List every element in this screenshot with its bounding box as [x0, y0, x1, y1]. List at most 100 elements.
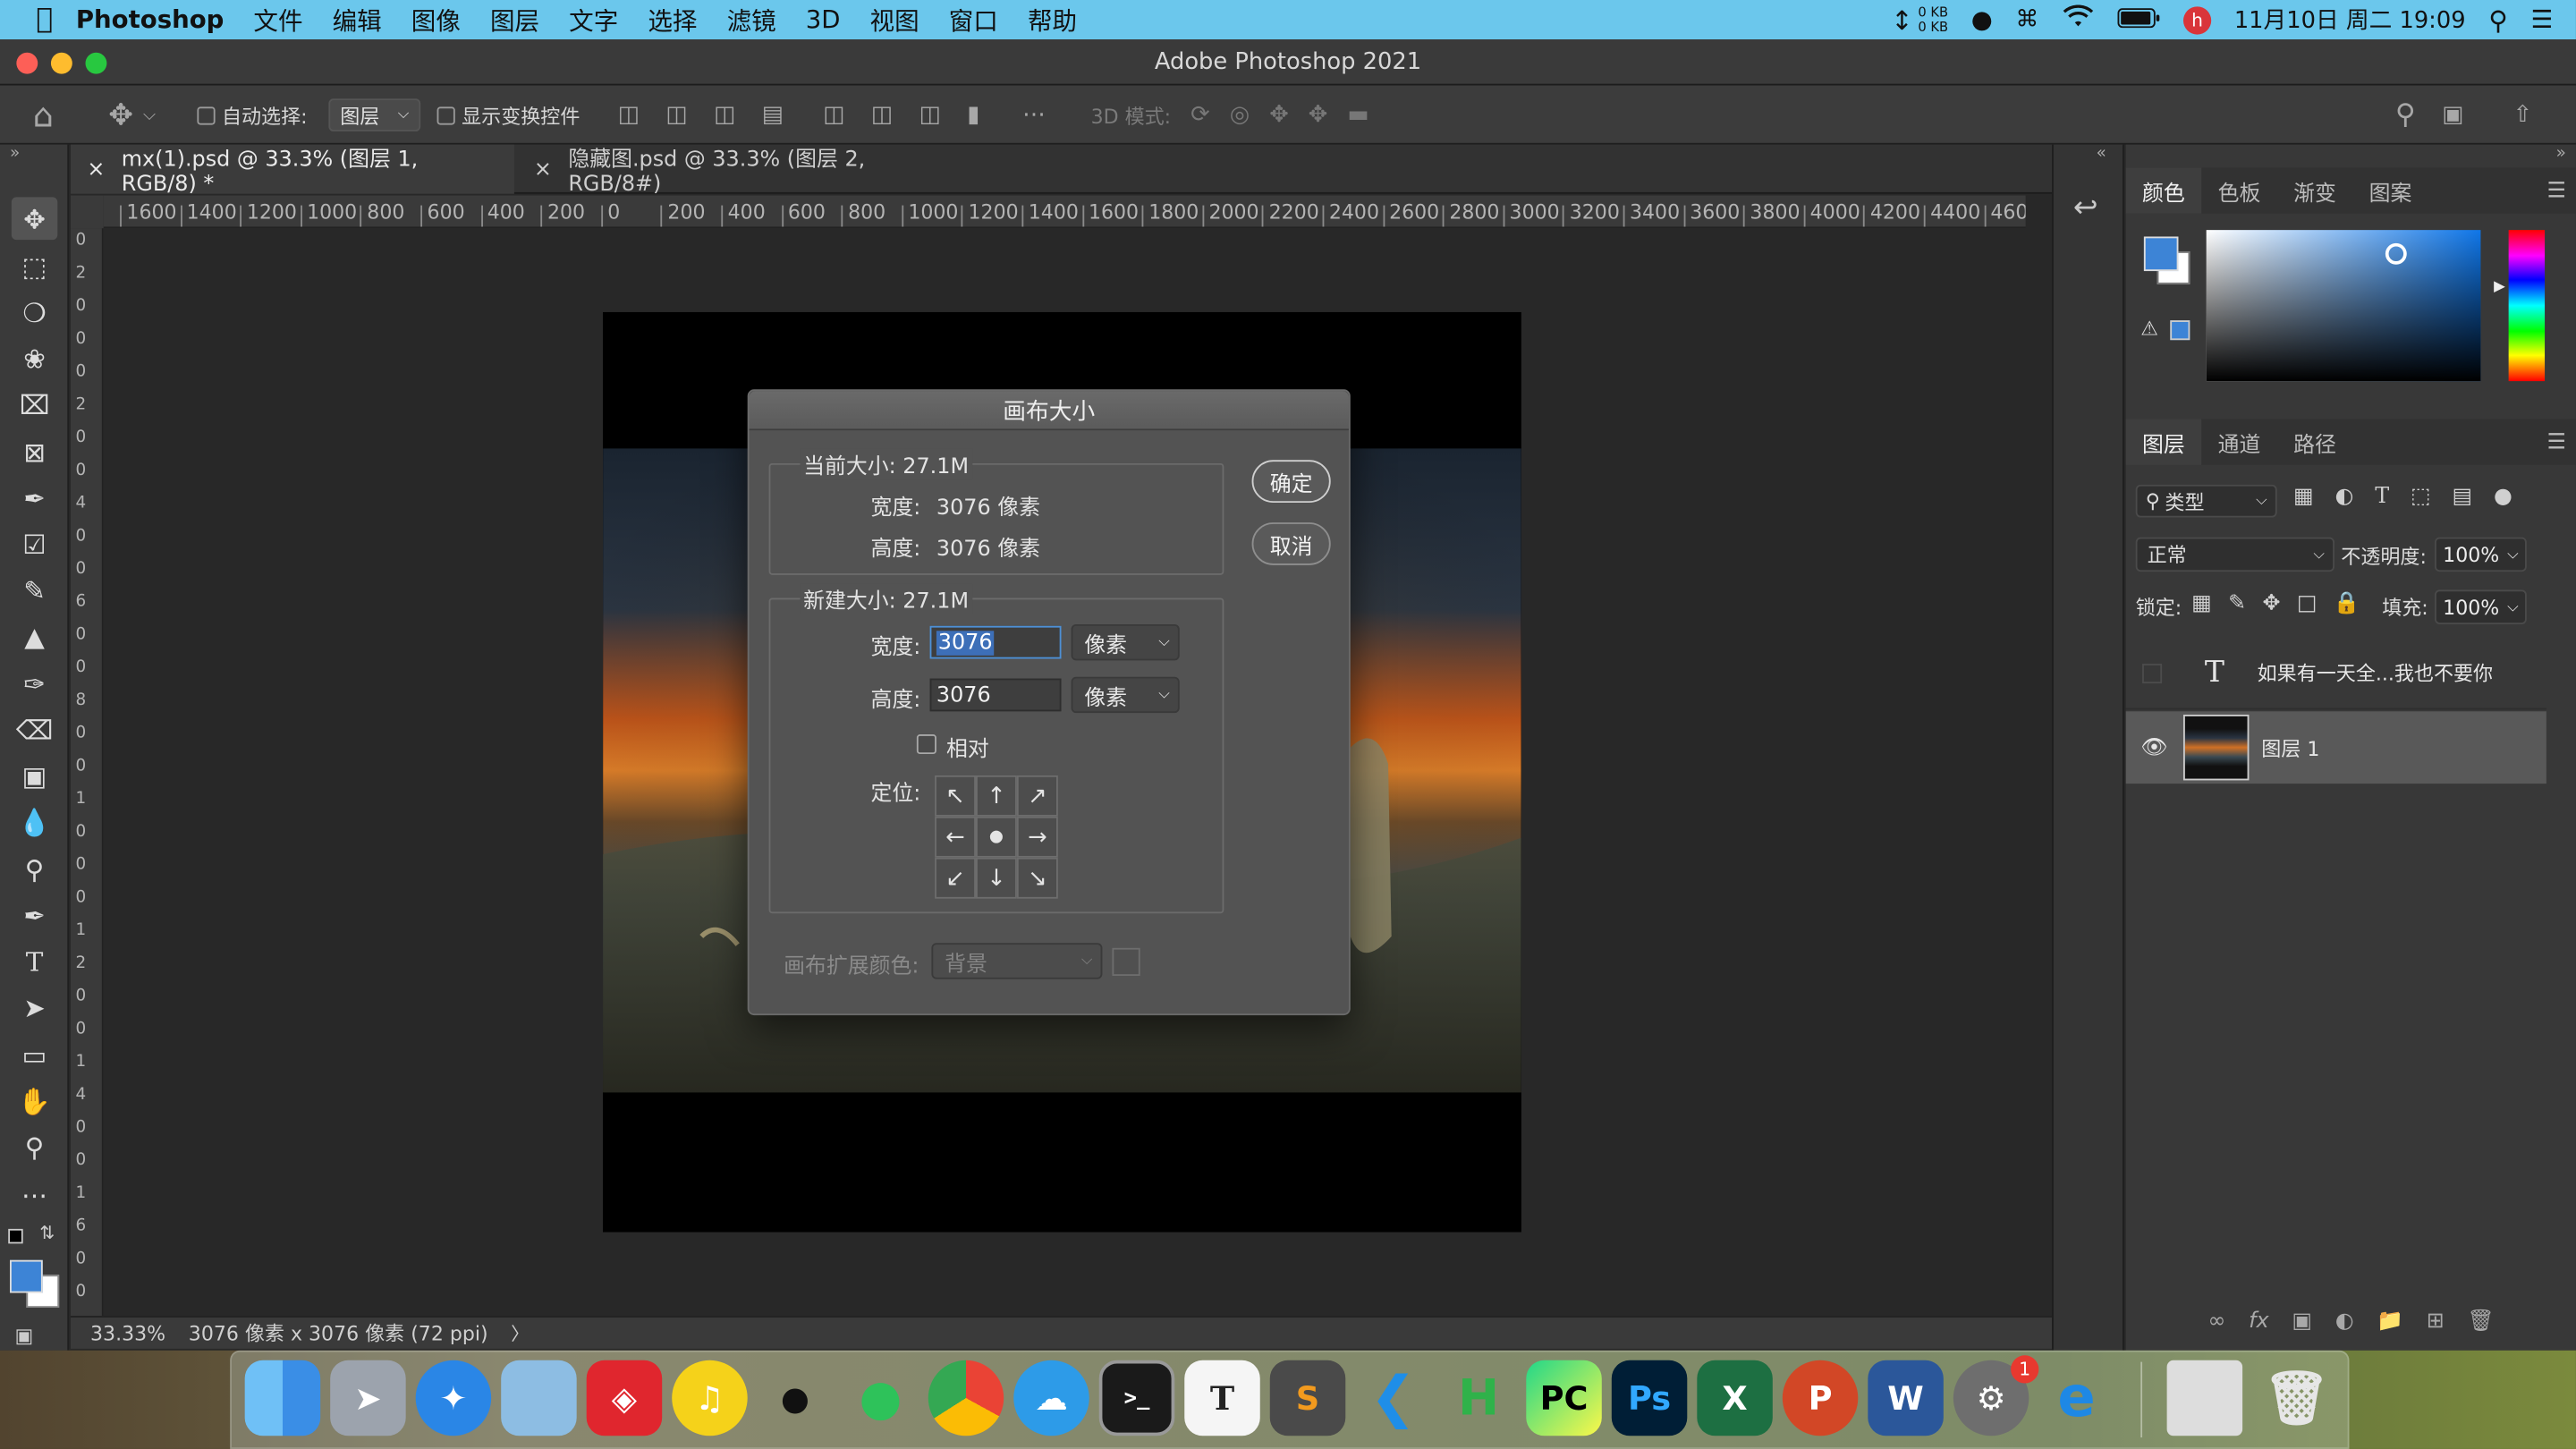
- pycharm-icon[interactable]: PC: [1526, 1360, 1602, 1436]
- lock-artboard-icon[interactable]: □: [2297, 591, 2318, 616]
- safari-icon[interactable]: ✦: [415, 1360, 492, 1436]
- menu-app-name[interactable]: Photoshop: [76, 5, 225, 35]
- anchor-top-right[interactable]: ↗: [1016, 775, 1058, 817]
- menu-3d[interactable]: 3D: [806, 5, 841, 35]
- eye-icon[interactable]: 👁: [2140, 735, 2167, 760]
- quick-select-tool-icon[interactable]: ❀: [12, 337, 57, 380]
- align-bottom-icon[interactable]: ◫: [919, 102, 940, 128]
- layer-visibility-toggle[interactable]: [2142, 663, 2163, 683]
- tab-patterns[interactable]: 图案: [2352, 167, 2428, 213]
- network-monitor[interactable]: ↕ 0 KB 0 KB: [1891, 4, 1948, 36]
- cloud-icon[interactable]: ☁: [1013, 1360, 1089, 1436]
- collapse-panels-icon[interactable]: «: [2097, 145, 2106, 163]
- menu-edit[interactable]: 编辑: [333, 3, 382, 38]
- show-transform-checkbox[interactable]: [436, 106, 455, 124]
- layer-filter-select[interactable]: ⚲ 类型 ⌵: [2135, 484, 2277, 518]
- 3d-pan-icon[interactable]: ✥: [1269, 102, 1289, 128]
- history-brush-tool-icon[interactable]: ✑: [12, 662, 57, 705]
- close-window-button[interactable]: [16, 52, 38, 74]
- relative-checkbox[interactable]: [916, 734, 936, 755]
- filter-toggle-icon[interactable]: ●: [2494, 485, 2512, 510]
- trash-icon[interactable]: 🗑: [2258, 1360, 2334, 1436]
- new-layer-icon[interactable]: ⊞: [2427, 1309, 2445, 1335]
- move-tool-icon[interactable]: ✥: [108, 97, 133, 132]
- move-tool-icon[interactable]: ✥: [11, 197, 58, 241]
- menu-view[interactable]: 视图: [870, 3, 919, 38]
- collapse-toolbar-icon[interactable]: »: [10, 145, 20, 163]
- filter-type-icon[interactable]: T: [2375, 485, 2389, 510]
- finder-icon[interactable]: [244, 1360, 321, 1436]
- frame-tool-icon[interactable]: ⊠: [12, 430, 57, 473]
- clock[interactable]: 11月10日 周二 19:09: [2234, 4, 2466, 37]
- color-field[interactable]: [2206, 230, 2481, 382]
- layer-row-text[interactable]: T 如果有一天全...我也不要你: [2125, 638, 2546, 710]
- auto-select-checkbox[interactable]: [197, 106, 216, 124]
- gradient-tool-icon[interactable]: ▣: [12, 754, 57, 797]
- anchor-bottom-right[interactable]: ↘: [1016, 857, 1058, 899]
- typora-icon[interactable]: T: [1184, 1360, 1260, 1436]
- marquee-tool-icon[interactable]: ⬚: [12, 245, 57, 288]
- width-unit-select[interactable]: 像素 ⌵: [1071, 623, 1180, 661]
- sublime-icon[interactable]: S: [1269, 1360, 1346, 1436]
- fx-icon[interactable]: fx: [2249, 1309, 2269, 1335]
- control-center-icon[interactable]: ☰: [2531, 5, 2554, 35]
- color-picker-handle[interactable]: [2385, 242, 2407, 265]
- tab-channels[interactable]: 通道: [2201, 419, 2277, 464]
- filter-shape-icon[interactable]: ⬚: [2411, 485, 2431, 510]
- distribute-icon[interactable]: ▤: [762, 102, 784, 128]
- qq-icon[interactable]: ●: [758, 1360, 833, 1436]
- rectangle-tool-icon[interactable]: ▭: [12, 1033, 57, 1076]
- eraser-tool-icon[interactable]: ⌫: [12, 708, 57, 751]
- workspace-icon[interactable]: ▣: [2442, 102, 2463, 128]
- panel-foreground-swatch[interactable]: [2143, 236, 2179, 272]
- align-center-icon[interactable]: ◫: [665, 102, 687, 128]
- type-tool-icon[interactable]: T: [12, 940, 57, 983]
- foreground-color-swatch[interactable]: [10, 1259, 43, 1293]
- edge-icon[interactable]: e: [2038, 1360, 2114, 1436]
- 3d-camera-icon[interactable]: ▬: [1347, 102, 1368, 128]
- lock-position-icon[interactable]: ✥: [2263, 591, 2281, 616]
- layer-row-image[interactable]: 👁 图层 1: [2125, 711, 2546, 784]
- qq-music-icon[interactable]: ♫: [672, 1360, 748, 1436]
- lasso-tool-icon[interactable]: ❍: [12, 291, 57, 334]
- height-unit-select[interactable]: 像素 ⌵: [1071, 676, 1180, 714]
- spotlight-search-icon[interactable]: ⚲: [2488, 4, 2508, 36]
- apple-icon[interactable]: : [36, 4, 53, 37]
- width-input[interactable]: 3076: [929, 625, 1062, 659]
- tab-layers[interactable]: 图层: [2125, 419, 2202, 465]
- tab-color[interactable]: 颜色: [2125, 167, 2202, 214]
- anchor-bottom-left[interactable]: ↙: [935, 857, 976, 899]
- anchor-top[interactable]: ↑: [975, 775, 1017, 817]
- brush-tool-icon[interactable]: ✎: [12, 568, 57, 611]
- search-icon[interactable]: ⚲: [2395, 98, 2416, 131]
- filter-adjustment-icon[interactable]: ◐: [2334, 485, 2353, 510]
- anchor-left[interactable]: ←: [935, 816, 976, 858]
- close-tab-icon[interactable]: ×: [534, 157, 552, 182]
- menu-type[interactable]: 文字: [569, 3, 618, 38]
- align-top-icon[interactable]: ◫: [823, 102, 844, 128]
- path-select-tool-icon[interactable]: ➤: [12, 986, 57, 1029]
- panel-menu-icon[interactable]: ☰: [2547, 429, 2566, 454]
- input-method-icon[interactable]: ⌘: [2016, 6, 2039, 32]
- adjustment-layer-icon[interactable]: ◐: [2335, 1309, 2354, 1335]
- default-colors-icon[interactable]: [8, 1228, 23, 1244]
- share-icon[interactable]: ⇧: [2513, 102, 2533, 128]
- opacity-input[interactable]: 100% ⌵: [2434, 537, 2527, 572]
- panel-menu-icon[interactable]: ☰: [2547, 178, 2566, 203]
- lock-all-icon[interactable]: 🔒: [2334, 591, 2360, 616]
- menu-select[interactable]: 选择: [648, 3, 697, 38]
- chevron-down-icon[interactable]: ⌵: [143, 106, 156, 123]
- zoom-level[interactable]: 33.33%: [90, 1322, 165, 1345]
- h-app-tray-icon[interactable]: h: [2182, 5, 2212, 34]
- distribute-vertical-icon[interactable]: ▮: [967, 102, 979, 128]
- blur-tool-icon[interactable]: 💧: [12, 800, 57, 843]
- qq-tray-icon[interactable]: ●: [1971, 5, 1993, 35]
- tab-gradients[interactable]: 渐变: [2277, 167, 2353, 213]
- menu-file[interactable]: 文件: [253, 3, 302, 38]
- lock-transparent-icon[interactable]: ▦: [2191, 591, 2212, 616]
- warning-icon[interactable]: ⚠: [2140, 317, 2158, 340]
- home-icon[interactable]: ⌂: [33, 96, 54, 135]
- status-menu-arrow[interactable]: 〉: [511, 1320, 529, 1346]
- history-panel-icon[interactable]: ↩: [2073, 191, 2098, 225]
- more-tools-icon[interactable]: ⋯: [12, 1173, 57, 1216]
